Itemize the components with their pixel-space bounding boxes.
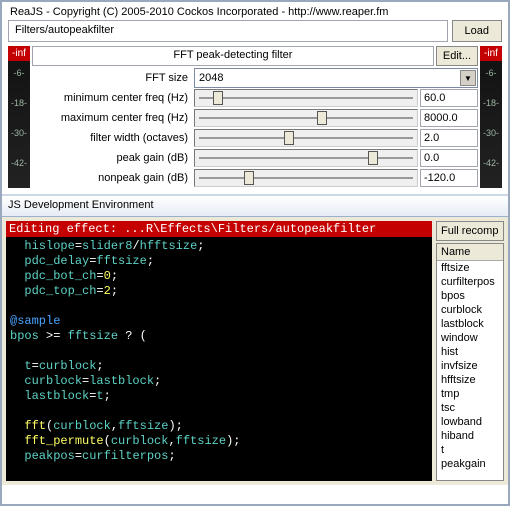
code-editor[interactable]: Editing effect: ...R\Effects\Filters/aut…: [6, 221, 432, 481]
variable-list-item[interactable]: hist: [437, 345, 503, 359]
variable-list-header: Name: [437, 244, 503, 261]
param-slider[interactable]: [194, 129, 418, 147]
input-meter: -inf -6- -18- -30- -42-: [8, 46, 30, 188]
variable-list-item[interactable]: peakgain: [437, 457, 503, 471]
param-value[interactable]: 2.0: [420, 129, 478, 147]
param-label: peak gain (dB): [32, 152, 192, 164]
output-meter: -inf -6- -18- -30- -42-: [480, 46, 502, 188]
param-label: maximum center freq (Hz): [32, 112, 192, 124]
variable-list-item[interactable]: fftsize: [437, 261, 503, 275]
code-line: pdc_top_ch=2;: [10, 284, 428, 299]
param-slider[interactable]: [194, 89, 418, 107]
code-line: lastblock=t;: [10, 389, 428, 404]
variable-list-item[interactable]: invfsize: [437, 359, 503, 373]
param-value[interactable]: 60.0: [420, 89, 478, 107]
load-button[interactable]: Load: [452, 20, 502, 42]
code-line: pdc_delay=fftsize;: [10, 254, 428, 269]
dev-env-title: JS Development Environment: [2, 196, 508, 217]
code-line: [10, 344, 428, 359]
variable-list-item[interactable]: curblock: [437, 303, 503, 317]
param-slider[interactable]: [194, 109, 418, 127]
variable-list-item[interactable]: t: [437, 443, 503, 457]
effect-title: FFT peak-detecting filter: [32, 46, 434, 66]
code-line: [10, 299, 428, 314]
variable-list-item[interactable]: curfilterpos: [437, 275, 503, 289]
full-recompile-button[interactable]: Full recomp: [436, 221, 504, 241]
variable-list[interactable]: Name fftsizecurfilterposbposcurblocklast…: [436, 243, 504, 481]
variable-list-item[interactable]: bpos: [437, 289, 503, 303]
meter-inf-label: -inf: [8, 46, 30, 61]
effect-path-box[interactable]: Filters/autopeakfilter: [8, 20, 448, 42]
code-line: bpos >= fftsize ? (: [10, 329, 428, 344]
edit-button[interactable]: Edit...: [436, 46, 478, 66]
variable-list-item[interactable]: hiband: [437, 429, 503, 443]
code-line: peakpos=curfilterpos;: [10, 449, 428, 464]
variable-list-item[interactable]: tmp: [437, 387, 503, 401]
param-label: minimum center freq (Hz): [32, 92, 192, 104]
code-line: curblock=lastblock;: [10, 374, 428, 389]
variable-list-item[interactable]: window: [437, 331, 503, 345]
code-line: hislope=slider8/hfftsize;: [10, 239, 428, 254]
editor-header: Editing effect: ...R\Effects\Filters/aut…: [6, 221, 432, 237]
code-line: pdc_bot_ch=0;: [10, 269, 428, 284]
code-line: @sample: [10, 314, 428, 329]
code-line: fft_permute(curblock,fftsize);: [10, 434, 428, 449]
variable-list-item[interactable]: lowband: [437, 415, 503, 429]
code-line: t=curblock;: [10, 359, 428, 374]
param-slider[interactable]: [194, 169, 418, 187]
param-label: filter width (octaves): [32, 132, 192, 144]
chevron-down-icon: ▼: [460, 70, 476, 86]
variable-list-item[interactable]: tsc: [437, 401, 503, 415]
meter-inf-label: -inf: [480, 46, 502, 61]
param-value[interactable]: 0.0: [420, 149, 478, 167]
param-label: FFT size: [32, 72, 192, 84]
code-line: fft(curblock,fftsize);: [10, 419, 428, 434]
code-line: [10, 404, 428, 419]
variable-list-item[interactable]: lastblock: [437, 317, 503, 331]
param-value[interactable]: -120.0: [420, 169, 478, 187]
param-label: nonpeak gain (dB): [32, 172, 192, 184]
window-title: ReaJS - Copyright (C) 2005-2010 Cockos I…: [2, 2, 508, 20]
variable-list-item[interactable]: hfftsize: [437, 373, 503, 387]
param-slider[interactable]: [194, 149, 418, 167]
fft-size-dropdown[interactable]: 2048▼: [194, 68, 478, 88]
param-value[interactable]: 8000.0: [420, 109, 478, 127]
